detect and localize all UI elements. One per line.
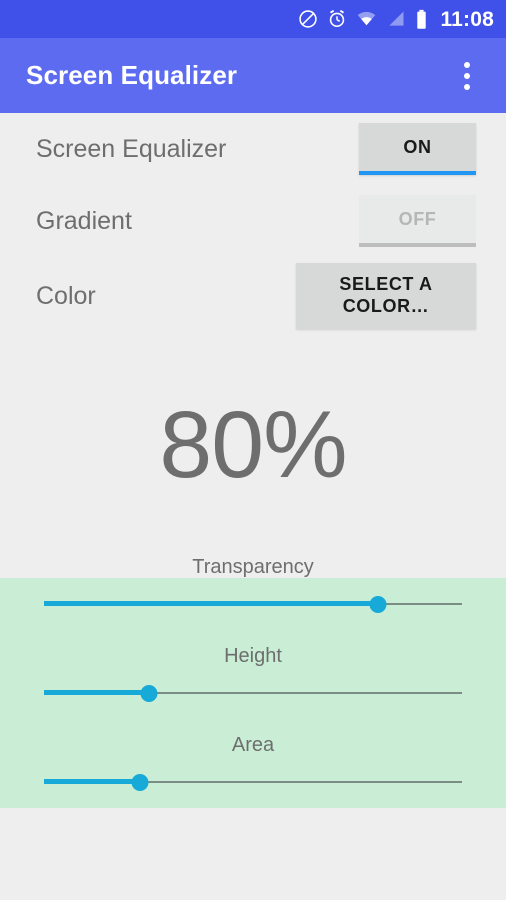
status-time: 11:08 <box>440 7 494 31</box>
slider-thumb[interactable] <box>131 774 149 791</box>
do-not-disturb-icon <box>299 10 318 28</box>
status-bar: 11:08 <box>0 0 506 38</box>
slider-group-transparency: Transparency <box>0 556 506 615</box>
slider-fill <box>44 601 379 606</box>
alarm-icon <box>330 9 345 28</box>
slider-label-area: Area <box>231 734 275 756</box>
settings-row-label: Gradient <box>36 206 132 235</box>
slider-fill <box>44 779 141 784</box>
transparency-slider[interactable] <box>44 593 462 615</box>
settings-row-gradient: Gradient OFF <box>0 185 506 257</box>
settings-row-label: Screen Equalizer <box>36 134 227 163</box>
percent-display-container: 80% <box>0 398 506 493</box>
slider-group-area: Area <box>0 734 506 793</box>
settings-list: Screen Equalizer ON Gradient OFF Color S… <box>0 113 506 335</box>
slider-thumb[interactable] <box>369 596 387 613</box>
settings-row-label: Color <box>36 281 96 310</box>
gradient-toggle-button[interactable]: OFF <box>359 195 476 247</box>
overflow-menu-icon[interactable] <box>442 38 492 113</box>
wifi-icon <box>358 11 376 26</box>
height-slider[interactable] <box>44 682 462 704</box>
signal-icon <box>389 11 404 26</box>
slider-group-height: Height <box>0 645 506 704</box>
app-bar: Screen Equalizer <box>0 38 506 113</box>
app-screen: 11:08 Screen Equalizer Screen Equalizer … <box>0 0 506 900</box>
battery-icon <box>417 9 427 29</box>
area-slider[interactable] <box>44 771 462 793</box>
slider-thumb[interactable] <box>140 685 157 702</box>
slider-label-height: Height <box>224 645 282 667</box>
select-a-color-button[interactable]: SELECT A COLOR… <box>296 263 476 329</box>
screen-equalizer-toggle-button[interactable]: ON <box>359 123 476 175</box>
app-title: Screen Equalizer <box>26 60 238 90</box>
slider-label-transparency: Transparency <box>192 556 314 578</box>
settings-row-color: Color SELECT A COLOR… <box>0 257 506 335</box>
percent-value: 80% <box>159 392 347 498</box>
slider-fill <box>44 690 149 695</box>
settings-row-screen-equalizer: Screen Equalizer ON <box>0 113 506 185</box>
sliders-section: Transparency Height Area <box>0 556 506 823</box>
